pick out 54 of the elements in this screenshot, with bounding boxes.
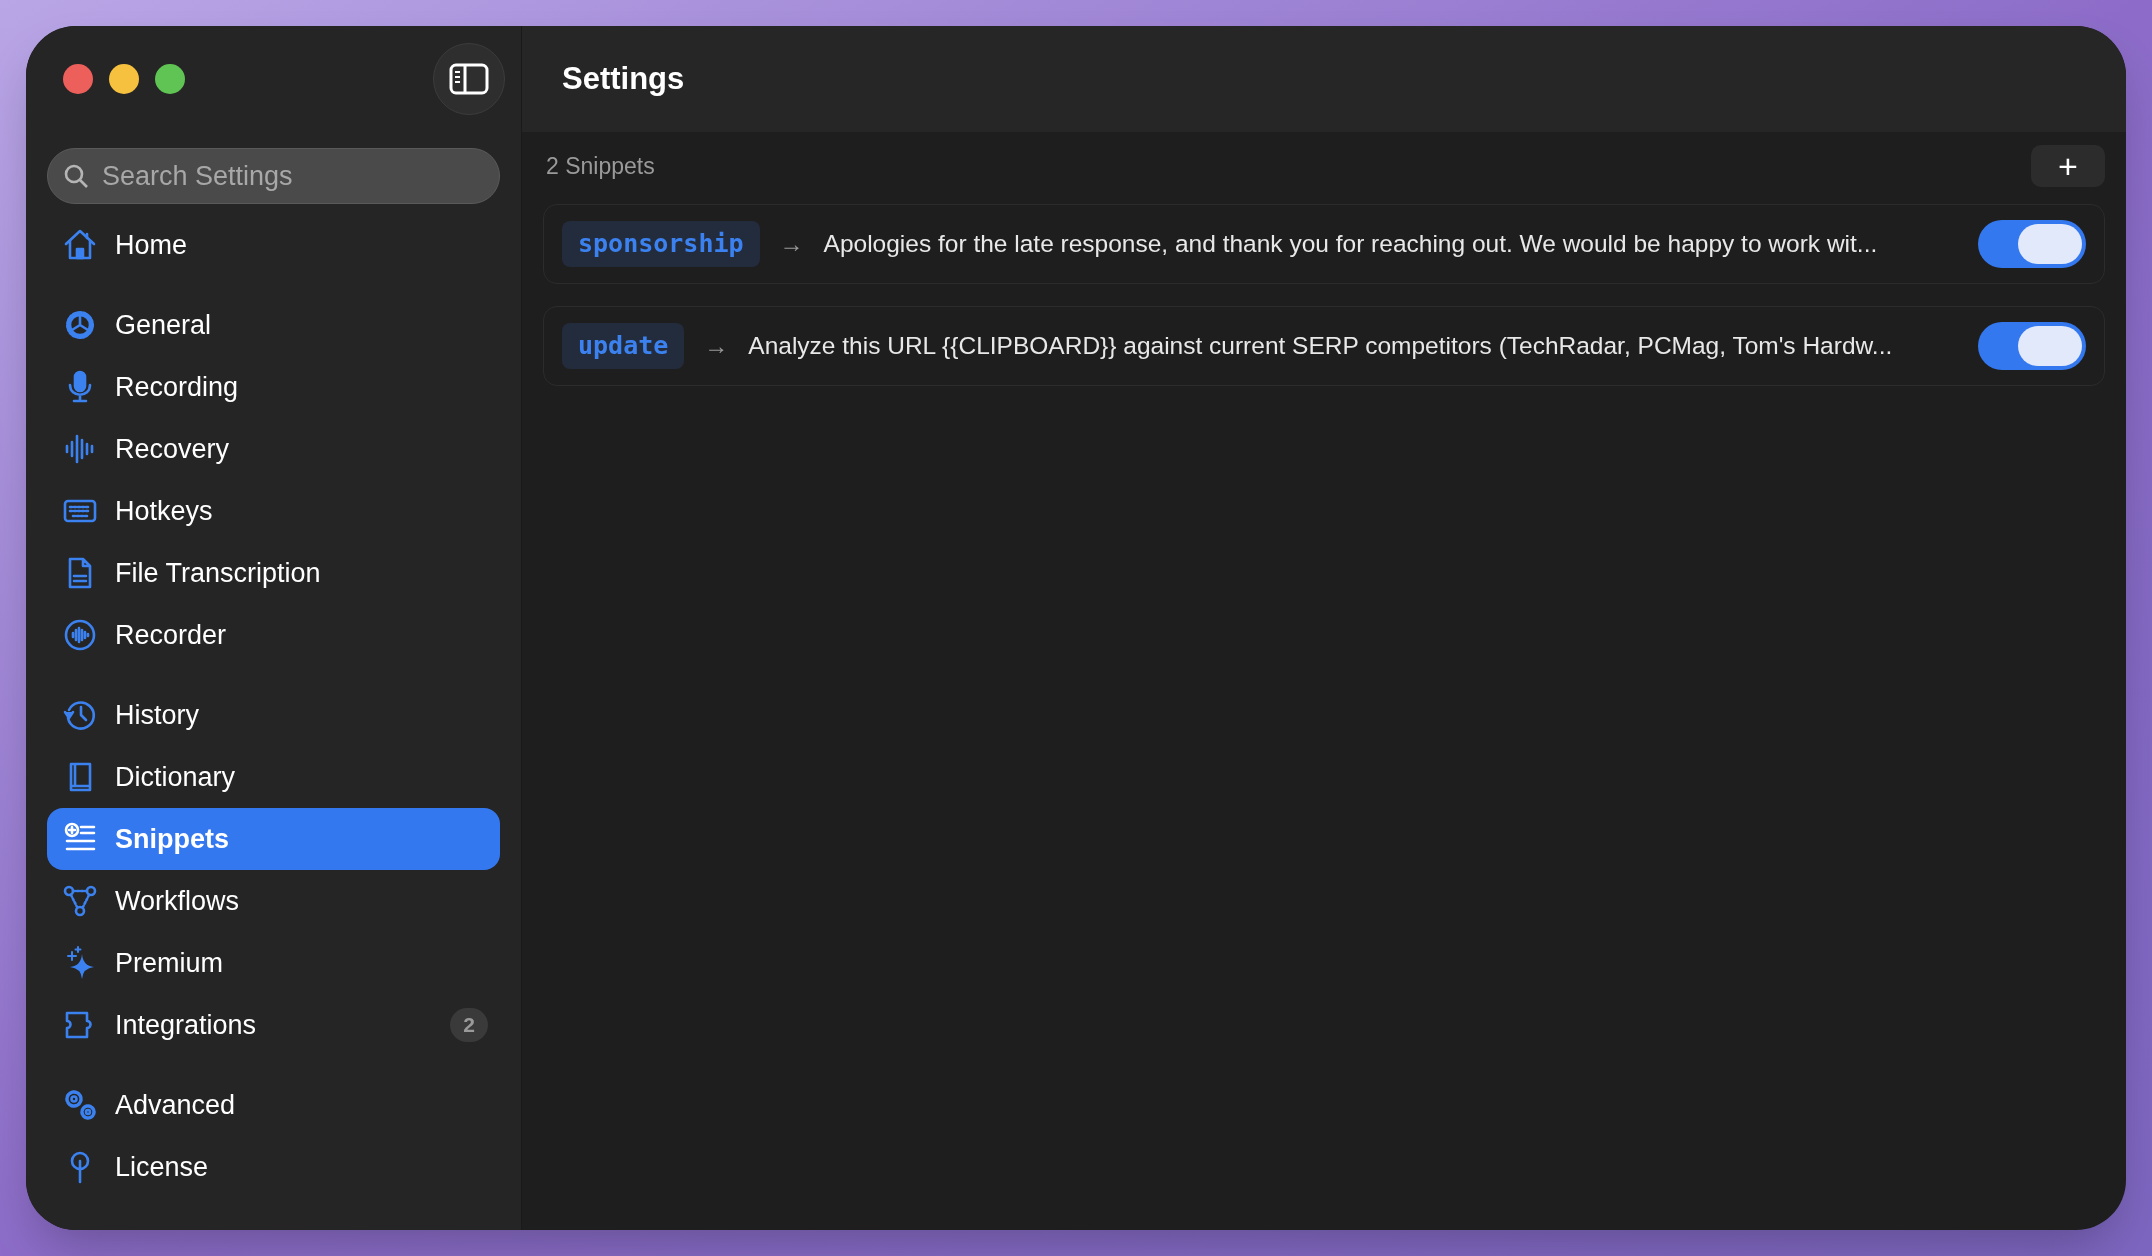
item-label: Workflows bbox=[115, 884, 240, 918]
nodes-icon bbox=[63, 884, 97, 918]
snippet-count: 2 Snippets bbox=[546, 151, 655, 181]
snippet-text: Analyze this URL {{CLIPBOARD}} against current SERP competitors (TechRadar, PCMag, Tom's Hardw... bbox=[748, 330, 1893, 361]
snippet-row[interactable]: update → Analyze this URL {{CLIPBOARD}} against current SERP competitors (TechRadar, PCMag, Tom's Hardw... bbox=[543, 306, 2105, 386]
sidebar-item[interactable]: Advanced bbox=[47, 1074, 500, 1136]
waveform-circle-icon bbox=[63, 618, 97, 652]
toggle-switch[interactable] bbox=[1978, 220, 2086, 268]
sidebar-item[interactable]: License bbox=[47, 1136, 500, 1198]
trigger-tag: sponsorship bbox=[562, 221, 760, 267]
sidebar-item[interactable]: Snippets bbox=[47, 808, 500, 870]
item-label: License bbox=[115, 1150, 209, 1184]
add-button[interactable]: + bbox=[2031, 145, 2105, 187]
sidebar-item[interactable]: History bbox=[47, 684, 500, 746]
item-label: Hotkeys bbox=[115, 494, 213, 528]
item-label: Snippets bbox=[115, 822, 229, 856]
item-label: Recording bbox=[115, 370, 239, 404]
sidebar-item[interactable]: Workflows bbox=[47, 870, 500, 932]
count-badge: 2 bbox=[450, 1008, 488, 1042]
sidebar-item[interactable]: Recorder bbox=[47, 604, 500, 666]
item-label: General bbox=[115, 308, 212, 342]
sidebar-item[interactable]: Premium bbox=[47, 932, 500, 994]
sidebar-item[interactable]: Integrations 2 bbox=[47, 994, 500, 1056]
snippet-text: Apologies for the late response, and thank you for reaching out. We would be happy to work wit... bbox=[823, 228, 1878, 259]
sidebar-item[interactable]: File Transcription bbox=[47, 542, 500, 604]
minimize-window-button[interactable] bbox=[109, 64, 139, 94]
trigger-tag: update bbox=[562, 323, 685, 369]
item-label: Advanced bbox=[115, 1088, 236, 1122]
window-title: Settings bbox=[562, 59, 685, 98]
arrow-text: → bbox=[704, 331, 729, 361]
search-field[interactable]: Search Settings bbox=[47, 148, 500, 204]
item-label: Recovery bbox=[115, 432, 230, 466]
item-label: Premium bbox=[115, 946, 223, 980]
toggle-switch[interactable] bbox=[1978, 322, 2086, 370]
item-label: Home bbox=[115, 228, 188, 262]
item-label: Recorder bbox=[115, 618, 227, 652]
search-icon bbox=[63, 163, 89, 189]
item-label: File Transcription bbox=[115, 556, 321, 590]
sidebar-toggle-icon bbox=[449, 63, 489, 95]
house-icon bbox=[63, 228, 97, 262]
sidebar-item[interactable]: Hotkeys bbox=[47, 480, 500, 542]
snippet-row[interactable]: sponsorship → Apologies for the late response, and thank you for reaching out. We would be happy to work wit... bbox=[543, 204, 2105, 284]
sidebar-item[interactable]: Recovery bbox=[47, 418, 500, 480]
sidebar-item[interactable]: Home bbox=[47, 214, 500, 276]
sidebar-item[interactable]: Recording bbox=[47, 356, 500, 418]
zoom-window-button[interactable] bbox=[155, 64, 185, 94]
arrow-text: → bbox=[779, 229, 804, 259]
item-label: Dictionary bbox=[115, 760, 236, 794]
item-label: History bbox=[115, 698, 199, 732]
close-window-button[interactable] bbox=[63, 64, 93, 94]
item-label: Integrations bbox=[115, 1008, 257, 1042]
sidebar-item[interactable]: General bbox=[47, 294, 500, 356]
clock-arrow-icon bbox=[63, 698, 97, 732]
sidebar-item[interactable]: Dictionary bbox=[47, 746, 500, 808]
